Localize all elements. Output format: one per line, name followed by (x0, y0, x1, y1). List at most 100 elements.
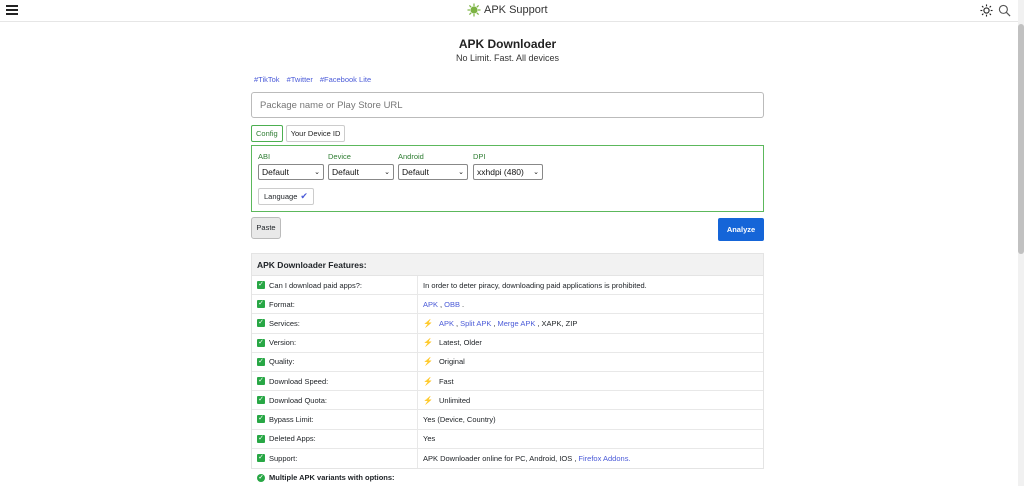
paste-button[interactable]: Paste (251, 217, 281, 239)
lightning-icon: ⚡ (423, 338, 433, 348)
abi-label: ABI (258, 152, 271, 161)
feature-value: Original (438, 357, 465, 367)
table-row: ✓ Quality: ⚡ Original (252, 352, 763, 372)
feature-label-cell: ✓ Download Quota: (252, 391, 418, 410)
popular-tags: #TikTok #Twitter #Facebook Lite (254, 75, 371, 84)
feature-value: Unlimited (438, 395, 471, 405)
hamburger-icon[interactable] (6, 5, 18, 15)
feature-label-cell: ✓ Support: (252, 448, 418, 468)
comma-separator: , (455, 318, 459, 328)
tab-your-device-id[interactable]: Your Device ID (285, 125, 346, 142)
tag-facebook-lite[interactable]: #Facebook Lite (320, 75, 371, 84)
feature-label: Bypass Limit: (269, 414, 314, 424)
feature-value-cell: ⚡ Fast (418, 372, 763, 390)
feature-value: Yes (Device, Country) (423, 414, 496, 424)
chevron-down-icon: ⌄ (314, 169, 320, 176)
android-select[interactable]: Default ⌄ (398, 164, 468, 180)
dpi-select[interactable]: xxhdpi (480) ⌄ (473, 164, 543, 180)
table-row: ✓ Version: ⚡ Latest, Older (252, 333, 763, 353)
lightning-icon: ⚡ (423, 376, 433, 386)
feature-label-cell: ✓ Bypass Limit: (252, 410, 418, 429)
feature-label-cell: ✓ Version: (252, 333, 418, 352)
table-row: ✓ Can I download paid apps?: In order to … (252, 276, 763, 296)
language-button[interactable]: Language ✔ (258, 188, 314, 205)
feature-label: Download Quota: (269, 395, 327, 405)
abi-select[interactable]: Default ⌄ (258, 164, 324, 180)
feature-label: Services: (269, 318, 300, 328)
feature-value-cell: ⚡ Latest, Older (418, 334, 763, 352)
feature-value-cell: ⚡ Unlimited (418, 391, 763, 409)
feature-value-cell: In order to deter piracy, downloading pa… (418, 276, 763, 294)
service-extra: XAPK, ZIP (541, 318, 578, 328)
checkbox-icon: ✓ (257, 357, 265, 366)
config-tabs: Config Your Device ID (251, 125, 346, 142)
feature-label-cell: ✓ Services: (252, 314, 418, 333)
feature-value-cell: Yes (418, 430, 763, 448)
device-select-value: Default (332, 167, 359, 177)
features-table: APK Downloader Features: ✓ Can I download… (251, 253, 764, 469)
analyze-button[interactable]: Analyze (718, 218, 764, 241)
page-subtitle: No Limit. Fast. All devices (455, 53, 560, 63)
format-link-apk[interactable]: APK (423, 300, 438, 309)
service-link-merge-apk[interactable]: Merge APK (497, 319, 535, 328)
feature-label: Deleted Apps: (269, 434, 316, 444)
check-circle-icon: ✓ (257, 473, 265, 482)
feature-value-cell: Yes (Device, Country) (418, 410, 763, 428)
tag-twitter[interactable]: #Twitter (287, 75, 313, 84)
abi-field: ABI Default ⌄ (258, 152, 324, 180)
feature-value-cell: APK Downloader online for PC, Android, I… (418, 449, 763, 468)
checkbox-icon: ✓ (257, 338, 265, 347)
feature-value: Fast (438, 376, 454, 386)
feature-label: Version: (269, 338, 297, 348)
checkbox-icon: ✓ (257, 319, 265, 328)
table-row: ✓ Support: APK Downloader online for PC, … (252, 448, 763, 468)
chevron-down-icon: ⌄ (458, 169, 464, 176)
device-select[interactable]: Default ⌄ (328, 164, 394, 180)
abi-select-value: Default (262, 167, 289, 177)
checkbox-icon: ✓ (257, 300, 265, 309)
table-row: ✓ Download Speed: ⚡ Fast (252, 371, 763, 392)
sun-icon[interactable] (980, 4, 993, 17)
feature-value-cell: ⚡ Original (418, 353, 763, 371)
tag-tiktok[interactable]: #TikTok (254, 75, 280, 84)
feature-value-cell: APK, OBB. (418, 295, 763, 313)
table-row: ✓ Download Quota: ⚡ Unlimited (252, 391, 763, 411)
format-link-obb[interactable]: OBB (444, 300, 460, 309)
feature-label: Download Speed: (269, 376, 329, 386)
comma-separator: , (440, 299, 443, 309)
feature-label: Support: (269, 453, 298, 463)
page-title: APK Downloader (458, 37, 557, 51)
checkbox-icon: ✓ (257, 396, 265, 405)
android-label: Android (398, 152, 424, 161)
feature-value-cell: ⚡ APK, Split APK, Merge APK, XAPK, ZIP (418, 314, 763, 332)
feature-label-cell: ✓ Format: (252, 295, 418, 314)
checkmark-icon: ✔ (300, 191, 308, 201)
search-icon[interactable] (998, 4, 1011, 17)
table-row: ✓ Bypass Limit: Yes (Device, Country) (252, 410, 763, 430)
page-scrollbar[interactable] (1018, 0, 1024, 486)
device-field: Device Default ⌄ (328, 152, 394, 180)
language-label: Language (264, 192, 298, 201)
lightning-icon: ⚡ (423, 318, 433, 328)
brand-link[interactable]: APK Support (467, 3, 548, 17)
feature-label-cell: ✓ Deleted Apps: (252, 429, 418, 448)
brand-name: APK Support (484, 4, 548, 16)
top-navbar: APK Support (0, 0, 1018, 22)
checkbox-icon: ✓ (257, 281, 265, 290)
feature-label-cell: ✓ Download Speed: (252, 371, 418, 391)
service-link-apk[interactable]: APK (439, 319, 454, 328)
feature-label-cell: ✓ Quality: (252, 352, 418, 371)
device-label: Device (328, 152, 351, 161)
scrollbar-thumb[interactable] (1018, 24, 1024, 254)
feature-value: Latest, Older (438, 338, 482, 348)
tab-config[interactable]: Config (251, 125, 283, 142)
comma-separator: , (493, 318, 496, 328)
firefox-addons-link[interactable]: Firefox Addons. (578, 454, 630, 463)
package-search-input[interactable] (251, 92, 764, 118)
feature-value: In order to deter piracy, downloading pa… (423, 280, 647, 290)
table-row: ✓ Services: ⚡ APK, Split APK, Merge APK, … (252, 314, 763, 334)
feature-value: APK Downloader online for PC, Android, I… (423, 453, 577, 463)
android-select-value: Default (402, 167, 429, 177)
virus-logo-icon (467, 3, 481, 17)
service-link-split-apk[interactable]: Split APK (460, 319, 491, 328)
